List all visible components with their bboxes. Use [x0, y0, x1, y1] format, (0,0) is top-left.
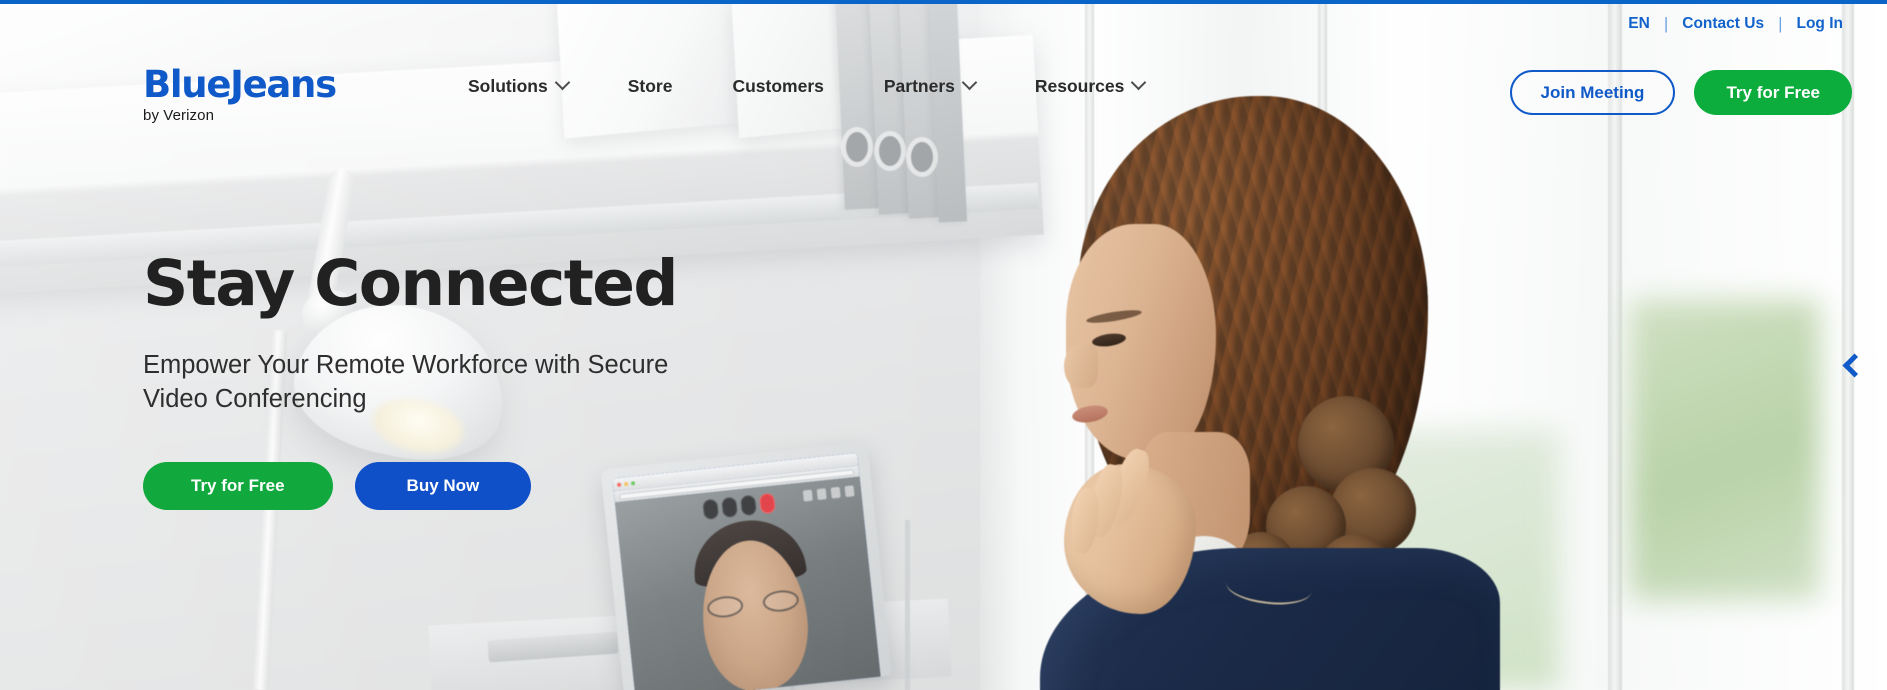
join-meeting-button[interactable]: Join Meeting: [1509, 70, 1676, 115]
carousel-prev-button[interactable]: [1837, 345, 1871, 385]
language-selector[interactable]: EN: [1614, 15, 1664, 33]
nav-label: Store: [627, 76, 673, 96]
participants-icon: [802, 489, 813, 502]
nav-item-resources[interactable]: Resources: [1005, 74, 1175, 97]
nav-item-partners[interactable]: Partners: [854, 74, 1005, 97]
nose: [1064, 344, 1098, 388]
person-photo: [1030, 96, 1500, 690]
binder-hole: [911, 142, 933, 172]
chevron-down-icon: [1131, 74, 1147, 91]
chevron-down-icon: [961, 74, 978, 91]
binder-hole: [879, 136, 901, 166]
call-side-icons: [802, 485, 855, 502]
end-call-button: [758, 492, 776, 515]
main-navigation: Solutions Store Customers Partners Resou…: [438, 74, 1175, 97]
hero-content: Stay Connected Empower Your Remote Workf…: [143, 247, 723, 511]
nav-item-customers[interactable]: Customers: [702, 76, 853, 97]
chevron-down-icon: [554, 74, 570, 91]
top-accent-rule: [0, 0, 1887, 4]
site-header: BlueJeans by Verizon Solutions Store Cus…: [0, 46, 1887, 124]
logo-wordmark: BlueJeans: [143, 63, 337, 106]
face: [1066, 224, 1216, 460]
header-try-for-free-button[interactable]: Try for Free: [1694, 70, 1852, 115]
hero-subtitle: Empower Your Remote Workforce with Secur…: [143, 351, 669, 414]
log-in-link[interactable]: Log In: [1783, 15, 1858, 33]
contact-us-link[interactable]: Contact Us: [1668, 15, 1778, 33]
page-root: EN | Contact Us | Log In BlueJeans by Ve…: [0, 0, 1887, 690]
nav-label: Customers: [732, 76, 824, 96]
nav-label: Resources: [1034, 76, 1125, 96]
nav-label: Solutions: [468, 76, 548, 96]
binder-hole: [846, 132, 868, 162]
hero-try-for-free-button[interactable]: Try for Free: [143, 462, 333, 511]
layout-icon: [844, 485, 855, 498]
settings-icon: [830, 486, 841, 499]
hero-cta-group: Try for Free Buy Now: [143, 462, 723, 511]
camera-button: [721, 496, 739, 519]
chevron-left-icon: [1841, 352, 1867, 378]
utility-bar: EN | Contact Us | Log In: [1614, 14, 1857, 34]
window-foliage: [1630, 300, 1820, 600]
nav-item-solutions[interactable]: Solutions: [438, 74, 598, 97]
page-title: Stay Connected: [143, 247, 679, 320]
header-cta-group: Join Meeting Try for Free: [1509, 70, 1852, 115]
hero-buy-now-button[interactable]: Buy Now: [354, 462, 532, 511]
share-button: [739, 494, 758, 517]
bluejeans-logo[interactable]: BlueJeans by Verizon: [143, 63, 337, 124]
glasses-lens: [761, 588, 800, 614]
glasses-lens: [706, 594, 745, 620]
logo-subtext: by Verizon: [143, 107, 215, 124]
nav-label: Partners: [883, 76, 955, 96]
chat-icon: [816, 488, 827, 501]
nav-item-store[interactable]: Store: [598, 76, 703, 97]
